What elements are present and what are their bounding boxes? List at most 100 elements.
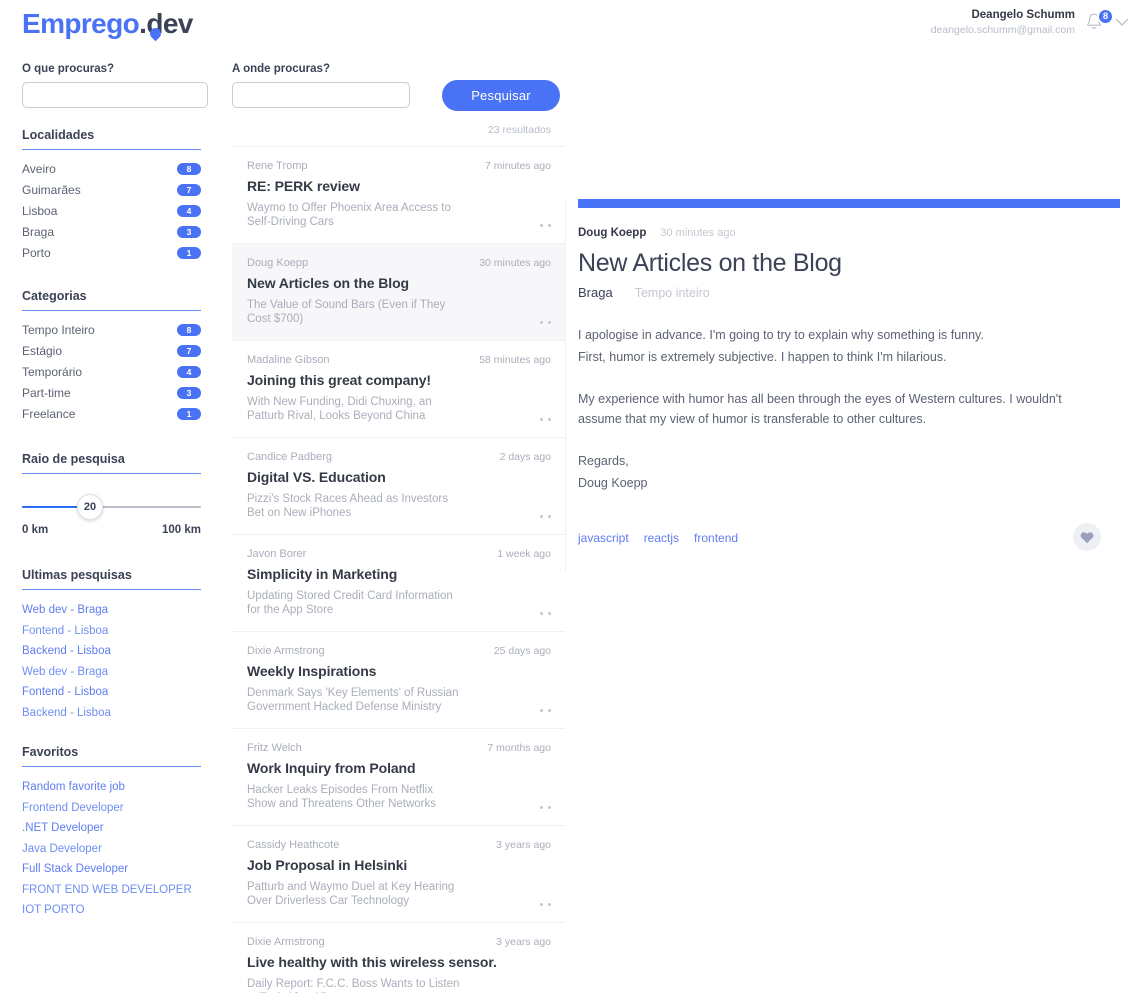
detail-job-type: Tempo inteiro: [634, 286, 710, 300]
job-item-meta: Dixie Armstrong 3 years ago: [247, 936, 551, 948]
radius-slider[interactable]: 20 0 km 100 km: [22, 494, 201, 536]
brand-logo[interactable]: Emprego.dev: [22, 8, 193, 42]
job-item-more-icon[interactable]: [540, 418, 551, 421]
job-item-more-icon[interactable]: [540, 612, 551, 615]
job-list-item[interactable]: Rene Tromp 7 minutes ago RE: PERK review Wa…: [232, 146, 565, 243]
job-item-more-icon[interactable]: [540, 515, 551, 518]
localidade-item[interactable]: Lisboa 4: [22, 200, 201, 221]
detail-author: Doug Koepp: [578, 227, 647, 239]
detail-body: I apologise in advance. I'm going to try…: [578, 325, 1107, 493]
brand-name-suffix: .dev: [139, 8, 193, 39]
user-name: Deangelo Schumm: [971, 9, 1075, 21]
categoria-item-count: 4: [177, 365, 201, 378]
localidade-item[interactable]: Porto 1: [22, 242, 201, 263]
ultima-pesquisa-item[interactable]: Fontend - Lisboa: [22, 682, 207, 703]
ultima-pesquisa-item[interactable]: Backend - Lisboa: [22, 703, 207, 724]
localidade-item-count: 1: [177, 246, 201, 259]
job-item-author: Candice Padberg: [247, 451, 333, 463]
favorito-item[interactable]: Frontend Developer: [22, 798, 207, 819]
favorito-item[interactable]: Java Developer: [22, 839, 207, 860]
user-info[interactable]: Deangelo Schumm deangelo.schumm@gmail.co…: [931, 8, 1075, 38]
job-list-item[interactable]: Dixie Armstrong 3 years ago Live healthy w…: [232, 922, 565, 993]
job-item-time: 3 years ago: [496, 839, 551, 851]
localidade-item-count: 3: [177, 225, 201, 238]
job-item-time: 58 minutes ago: [479, 354, 551, 366]
job-item-author: Javon Borer: [247, 548, 307, 560]
job-item-more-icon[interactable]: [540, 321, 551, 324]
job-item-meta: Javon Borer 1 week ago: [247, 548, 551, 560]
detail-tag[interactable]: reactjs: [644, 531, 679, 545]
job-item-author: Fritz Welch: [247, 742, 302, 754]
job-list-item[interactable]: Cassidy Heathcote 3 years ago Job Proposal…: [232, 825, 565, 922]
favorito-item[interactable]: Random favorite job: [22, 777, 207, 798]
app-root: Emprego.dev Deangelo Schumm deangelo.sch…: [0, 0, 1137, 993]
localidade-item[interactable]: Aveiro 8: [22, 158, 201, 179]
detail-tag[interactable]: javascript: [578, 531, 629, 545]
job-item-title: RE: PERK review: [247, 178, 360, 194]
favorito-item[interactable]: .NET Developer: [22, 818, 207, 839]
categoria-item-count: 3: [177, 386, 201, 399]
localidade-item-count: 7: [177, 183, 201, 196]
categoria-item[interactable]: Tempo Inteiro 8: [22, 319, 201, 340]
job-list-item[interactable]: Fritz Welch 7 months ago Work Inquiry from…: [232, 728, 565, 825]
job-item-more-icon[interactable]: [540, 806, 551, 809]
job-list: 23 resultados Rene Tromp 7 minutes ago RE:…: [232, 124, 565, 993]
notifications-button[interactable]: 8: [1085, 8, 1114, 36]
detail-header: Doug Koepp 30 minutes ago: [578, 227, 1107, 239]
job-list-item[interactable]: Dixie Armstrong 25 days ago Weekly Inspira…: [232, 631, 565, 728]
ultima-pesquisa-item[interactable]: Backend - Lisboa: [22, 641, 207, 662]
slider-max-label: 100 km: [161, 524, 201, 536]
categoria-item[interactable]: Part-time 3: [22, 382, 201, 403]
categoria-item[interactable]: Freelance 1: [22, 403, 201, 424]
job-list-item[interactable]: Javon Borer 1 week ago Simplicity in Marke…: [232, 534, 565, 631]
where-label: A onde procuras?: [232, 63, 330, 75]
job-item-time: 7 months ago: [487, 742, 551, 754]
detail-time: 30 minutes ago: [660, 227, 736, 239]
search-where-input[interactable]: [232, 82, 410, 108]
what-label: O que procuras?: [22, 63, 115, 75]
job-list-item[interactable]: Doug Koepp 30 minutes ago New Articles on …: [232, 243, 565, 340]
ultima-pesquisa-item[interactable]: Web dev - Braga: [22, 600, 207, 621]
brand-name-primary: Emprego: [22, 8, 140, 39]
job-item-more-icon[interactable]: [540, 709, 551, 712]
job-item-more-icon[interactable]: [540, 224, 551, 227]
job-list-item[interactable]: Candice Padberg 2 days ago Digital VS. Edu…: [232, 437, 565, 534]
favorite-button[interactable]: [1073, 523, 1101, 551]
job-item-title: Simplicity in Marketing: [247, 566, 398, 582]
categoria-item-label: Temporário: [22, 364, 83, 379]
localidade-item[interactable]: Guimarães 7: [22, 179, 201, 200]
job-item-meta: Candice Padberg 2 days ago: [247, 451, 551, 463]
job-item-author: Cassidy Heathcote: [247, 839, 340, 851]
localidade-item[interactable]: Braga 3: [22, 221, 201, 242]
localidade-item-count: 8: [177, 162, 201, 175]
search-what-input[interactable]: [22, 82, 208, 108]
job-item-snippet: With New Funding, Didi Chuxing, an Pattu…: [247, 396, 432, 422]
categorias-title: Categorias: [22, 289, 201, 311]
detail-tag[interactable]: frontend: [694, 531, 738, 545]
job-item-title: Work Inquiry from Poland: [247, 760, 416, 776]
job-item-snippet: Waymo to Offer Phoenix Area Access to Se…: [247, 202, 451, 228]
search-submit-button[interactable]: Pesquisar: [442, 80, 560, 111]
job-list-item[interactable]: Madaline Gibson 58 minutes ago Joining thi…: [232, 340, 565, 437]
detail-paragraph: Doug Koepp: [578, 476, 648, 490]
job-item-more-icon[interactable]: [540, 903, 551, 906]
job-item-snippet: Pizzi's Stock Races Ahead as Investors B…: [247, 493, 448, 519]
detail-paragraph: First, humor is extremely subjective. I …: [578, 350, 947, 364]
detail-paragraph: My experience with humor has all been th…: [578, 392, 1062, 426]
slider-handle[interactable]: 20: [77, 494, 103, 520]
ultima-pesquisa-item[interactable]: Web dev - Braga: [22, 662, 207, 683]
favoritos-list: Random favorite job Frontend Developer .NE…: [22, 777, 207, 921]
job-item-time: 7 minutes ago: [485, 160, 551, 172]
job-item-meta: Madaline Gibson 58 minutes ago: [247, 354, 551, 366]
categoria-item-count: 8: [177, 323, 201, 336]
favorito-item[interactable]: Full Stack Developer: [22, 859, 207, 880]
ultimas-pesquisas-list: Web dev - Braga Fontend - Lisboa Backend -…: [22, 600, 207, 723]
ultima-pesquisa-item[interactable]: Fontend - Lisboa: [22, 621, 207, 642]
detail-location: Braga: [578, 285, 613, 300]
categoria-item[interactable]: Temporário 4: [22, 361, 201, 382]
job-item-snippet: The Value of Sound Bars (Even if They Co…: [247, 299, 446, 325]
categoria-item[interactable]: Estágio 7: [22, 340, 201, 361]
chevron-down-icon[interactable]: [1115, 17, 1129, 27]
favorito-item[interactable]: FRONT END WEB DEVELOPER IOT PORTO: [22, 880, 207, 921]
notification-badge: 8: [1097, 8, 1114, 25]
